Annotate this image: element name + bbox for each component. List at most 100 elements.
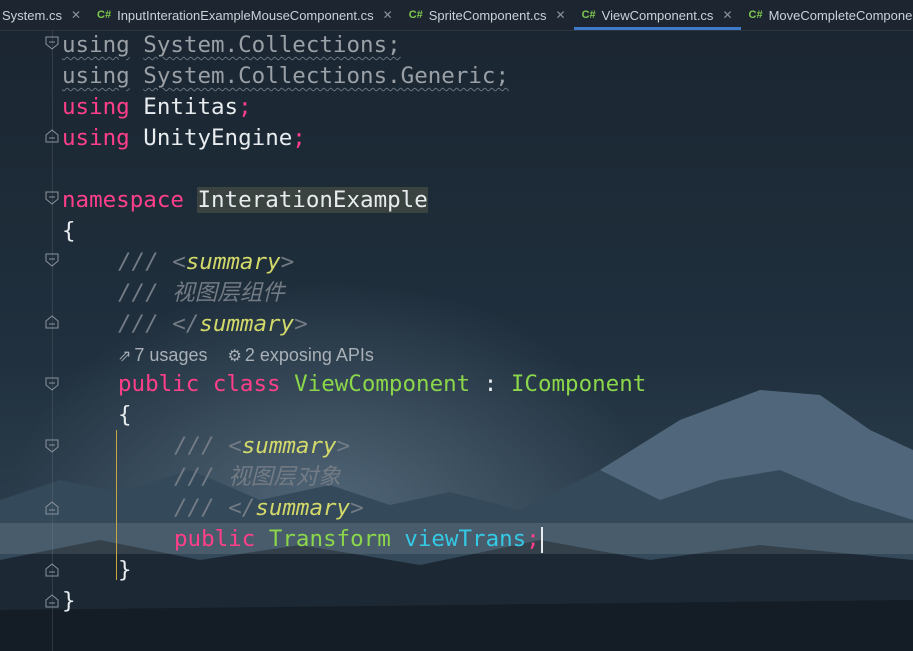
colon: : xyxy=(470,371,511,397)
exposing-label: 2 exposing APIs xyxy=(244,345,374,365)
semicolon: ; xyxy=(526,526,540,552)
doc-summary-text: 视图层对象 xyxy=(228,464,341,490)
field-name: viewTrans xyxy=(404,526,527,552)
code-line-field-doc-text[interactable]: /// 视图层对象 xyxy=(174,462,341,493)
doc-gt: > xyxy=(294,311,308,337)
code-line-class-close-brace[interactable]: } xyxy=(118,555,132,586)
tab-inputinterationexamplemousecomponent[interactable]: C# InputInterationExampleMouseComponent.c… xyxy=(89,0,401,30)
tab-label: MoveCompleteComponent.cs xyxy=(768,7,913,23)
fold-collapse-icon[interactable] xyxy=(44,376,60,392)
fold-collapse-icon[interactable] xyxy=(44,35,60,51)
namespace-ref: UnityEngine xyxy=(143,125,293,151)
keyword-using: using xyxy=(62,125,130,151)
semicolon: ; xyxy=(238,94,252,120)
code-line-class-open-brace[interactable]: { xyxy=(118,400,132,431)
keyword-using: using xyxy=(62,32,130,58)
code-line-using-generic[interactable]: using System.Collections.Generic; xyxy=(62,61,509,92)
field-type: Transform xyxy=(268,526,391,552)
usages-icon: ⇗ xyxy=(118,348,132,365)
close-icon[interactable]: ✕ xyxy=(556,8,566,22)
keyword-using: using xyxy=(62,63,130,89)
tab-movecompletecomponent[interactable]: C# MoveCompleteComponent.cs xyxy=(741,0,913,30)
fold-collapse-icon[interactable] xyxy=(44,190,60,206)
keyword-namespace: namespace xyxy=(62,187,184,213)
close-icon[interactable]: ✕ xyxy=(722,8,732,22)
code-vision-hints: ⇗ 7 usages ⚙ 2 exposing APIs xyxy=(118,344,374,366)
doc-tag: summary xyxy=(255,495,351,521)
doc-prefix: /// xyxy=(118,249,173,275)
usages-label: 7 usages xyxy=(134,345,208,365)
interface-name: IComponent xyxy=(510,371,647,397)
tab-label: SpriteComponent.cs xyxy=(428,7,547,23)
tab-viewcomponent[interactable]: C# ViewComponent.cs ✕ xyxy=(573,0,741,30)
doc-prefix: /// xyxy=(174,495,229,521)
semicolon: ; xyxy=(292,125,306,151)
doc-lt: < xyxy=(228,433,242,459)
namespace-ref: System.Collections.Generic; xyxy=(143,63,510,89)
doc-gt: > xyxy=(350,495,364,521)
fold-collapse-icon[interactable] xyxy=(44,438,60,454)
tab-spritecomponent[interactable]: C# SpriteComponent.cs ✕ xyxy=(401,0,574,30)
indent-guide xyxy=(116,430,117,580)
code-line-doc-text[interactable]: /// 视图层组件 xyxy=(118,278,285,309)
code-line-field-decl[interactable]: public Transform viewTrans; xyxy=(174,524,543,555)
code-line-using-entitas[interactable]: using Entitas; xyxy=(62,92,252,123)
doc-tag: summary xyxy=(241,433,337,459)
keyword-class: class xyxy=(212,371,281,397)
class-name: ViewComponent xyxy=(294,371,471,397)
doc-lt: < xyxy=(172,249,186,275)
keyword-public: public xyxy=(174,526,256,552)
csharp-file-icon: C# xyxy=(581,9,596,21)
code-line-field-doc-open[interactable]: /// <summary> xyxy=(174,431,350,462)
doc-gt: > xyxy=(280,249,295,275)
code-line-class-decl[interactable]: public class ViewComponent : IComponent xyxy=(118,369,646,400)
doc-prefix: /// xyxy=(174,433,229,459)
brace: { xyxy=(62,218,76,244)
close-icon[interactable]: ✕ xyxy=(383,8,393,22)
editor-tab-bar: System.cs ✕ C# InputInterationExampleMouseC… xyxy=(0,0,913,31)
gutter-divider xyxy=(52,30,53,651)
tab-label: ViewComponent.cs xyxy=(601,7,714,23)
fold-end-icon[interactable] xyxy=(44,593,60,609)
fold-end-icon[interactable] xyxy=(44,314,60,330)
namespace-name: InterationExample xyxy=(197,187,428,213)
doc-prefix: /// xyxy=(118,280,173,306)
brace: } xyxy=(62,588,76,614)
doc-prefix: /// xyxy=(118,311,173,337)
close-icon[interactable]: ✕ xyxy=(71,8,81,22)
text-caret xyxy=(540,526,543,553)
doc-prefix: /// xyxy=(174,464,229,490)
fold-end-icon[interactable] xyxy=(44,128,60,144)
csharp-file-icon: C# xyxy=(97,9,112,21)
doc-summary-text: 视图层组件 xyxy=(172,280,285,306)
brace: { xyxy=(118,402,132,428)
code-editor[interactable]: using System.Collections; using System.C… xyxy=(0,30,913,651)
fold-collapse-icon[interactable] xyxy=(44,252,60,268)
code-line-field-doc-close[interactable]: /// </summary> xyxy=(174,493,364,524)
fold-end-icon[interactable] xyxy=(44,500,60,516)
code-line-doc-summary-close[interactable]: /// </summary> xyxy=(118,309,308,340)
code-line-using-collections[interactable]: using System.Collections; xyxy=(62,30,401,61)
csharp-file-icon: C# xyxy=(408,9,423,21)
doc-close-lt: </ xyxy=(228,495,256,521)
tab-label: System.cs xyxy=(2,7,62,23)
csharp-file-icon: C# xyxy=(748,9,763,21)
keyword-using: using xyxy=(62,94,130,120)
code-line-open-brace[interactable]: { xyxy=(62,216,76,247)
tab-label: InputInterationExampleMouseComponent.cs xyxy=(117,7,374,23)
code-line-namespace[interactable]: namespace InterationExample xyxy=(62,185,428,216)
exposing-hint[interactable]: ⚙ 2 exposing APIs xyxy=(227,345,373,365)
namespace-ref: System.Collections; xyxy=(143,32,401,58)
keyword-public: public xyxy=(118,371,200,397)
code-line-using-unityengine[interactable]: using UnityEngine; xyxy=(62,123,306,154)
usages-hint[interactable]: ⇗ 7 usages xyxy=(118,345,207,365)
doc-tag: summary xyxy=(199,311,295,337)
doc-gt: > xyxy=(336,433,351,459)
code-line-doc-summary-open[interactable]: /// <summary> xyxy=(118,247,294,278)
fold-end-icon[interactable] xyxy=(44,562,60,578)
code-line-namespace-close-brace[interactable]: } xyxy=(62,586,76,617)
namespace-ref: Entitas xyxy=(143,94,239,120)
doc-tag: summary xyxy=(185,249,281,275)
tab-system[interactable]: System.cs ✕ xyxy=(0,0,89,30)
doc-close-lt: </ xyxy=(172,311,200,337)
